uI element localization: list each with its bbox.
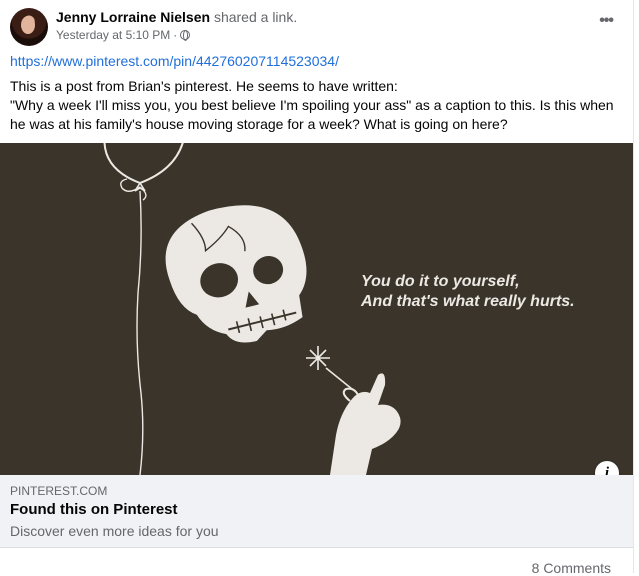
post-meta: Yesterday at 5:10 PM · <box>56 28 191 42</box>
shared-label: shared a link. <box>210 9 298 25</box>
post-text: This is a post from Brian's pinterest. H… <box>10 77 620 134</box>
image-caption-line: And that's what really hurts. <box>361 293 575 310</box>
preview-description: Discover even more ideas for you <box>10 523 219 539</box>
post-link[interactable]: https://www.pinterest.com/pin/4427602071… <box>10 53 339 69</box>
preview-domain: PINTEREST.COM <box>10 484 108 498</box>
image-caption: You do it to yourself, And that's what r… <box>361 272 575 312</box>
post-header: Jenny Lorraine Nielsen shared a link. <box>56 9 297 25</box>
link-preview[interactable]: PINTEREST.COM Found this on Pinterest Di… <box>0 475 633 548</box>
post-text-line: "Why a week I'll miss you, you best beli… <box>10 97 614 132</box>
more-options-button[interactable]: ••• <box>599 12 614 30</box>
avatar[interactable] <box>10 8 48 46</box>
comments-count-link[interactable]: 8 Comments <box>532 560 611 576</box>
image-caption-line: You do it to yourself, <box>361 273 520 290</box>
post-card: Jenny Lorraine Nielsen shared a link. Ye… <box>0 0 634 576</box>
post-text-line: This is a post from Brian's pinterest. H… <box>10 78 398 94</box>
meta-separator: · <box>173 28 178 42</box>
author-name[interactable]: Jenny Lorraine Nielsen <box>56 9 210 25</box>
preview-title[interactable]: Found this on Pinterest <box>10 501 178 518</box>
globe-icon[interactable] <box>180 30 191 41</box>
timestamp[interactable]: Yesterday at 5:10 PM <box>56 28 170 42</box>
link-image[interactable]: You do it to yourself, And that's what r… <box>0 143 633 475</box>
